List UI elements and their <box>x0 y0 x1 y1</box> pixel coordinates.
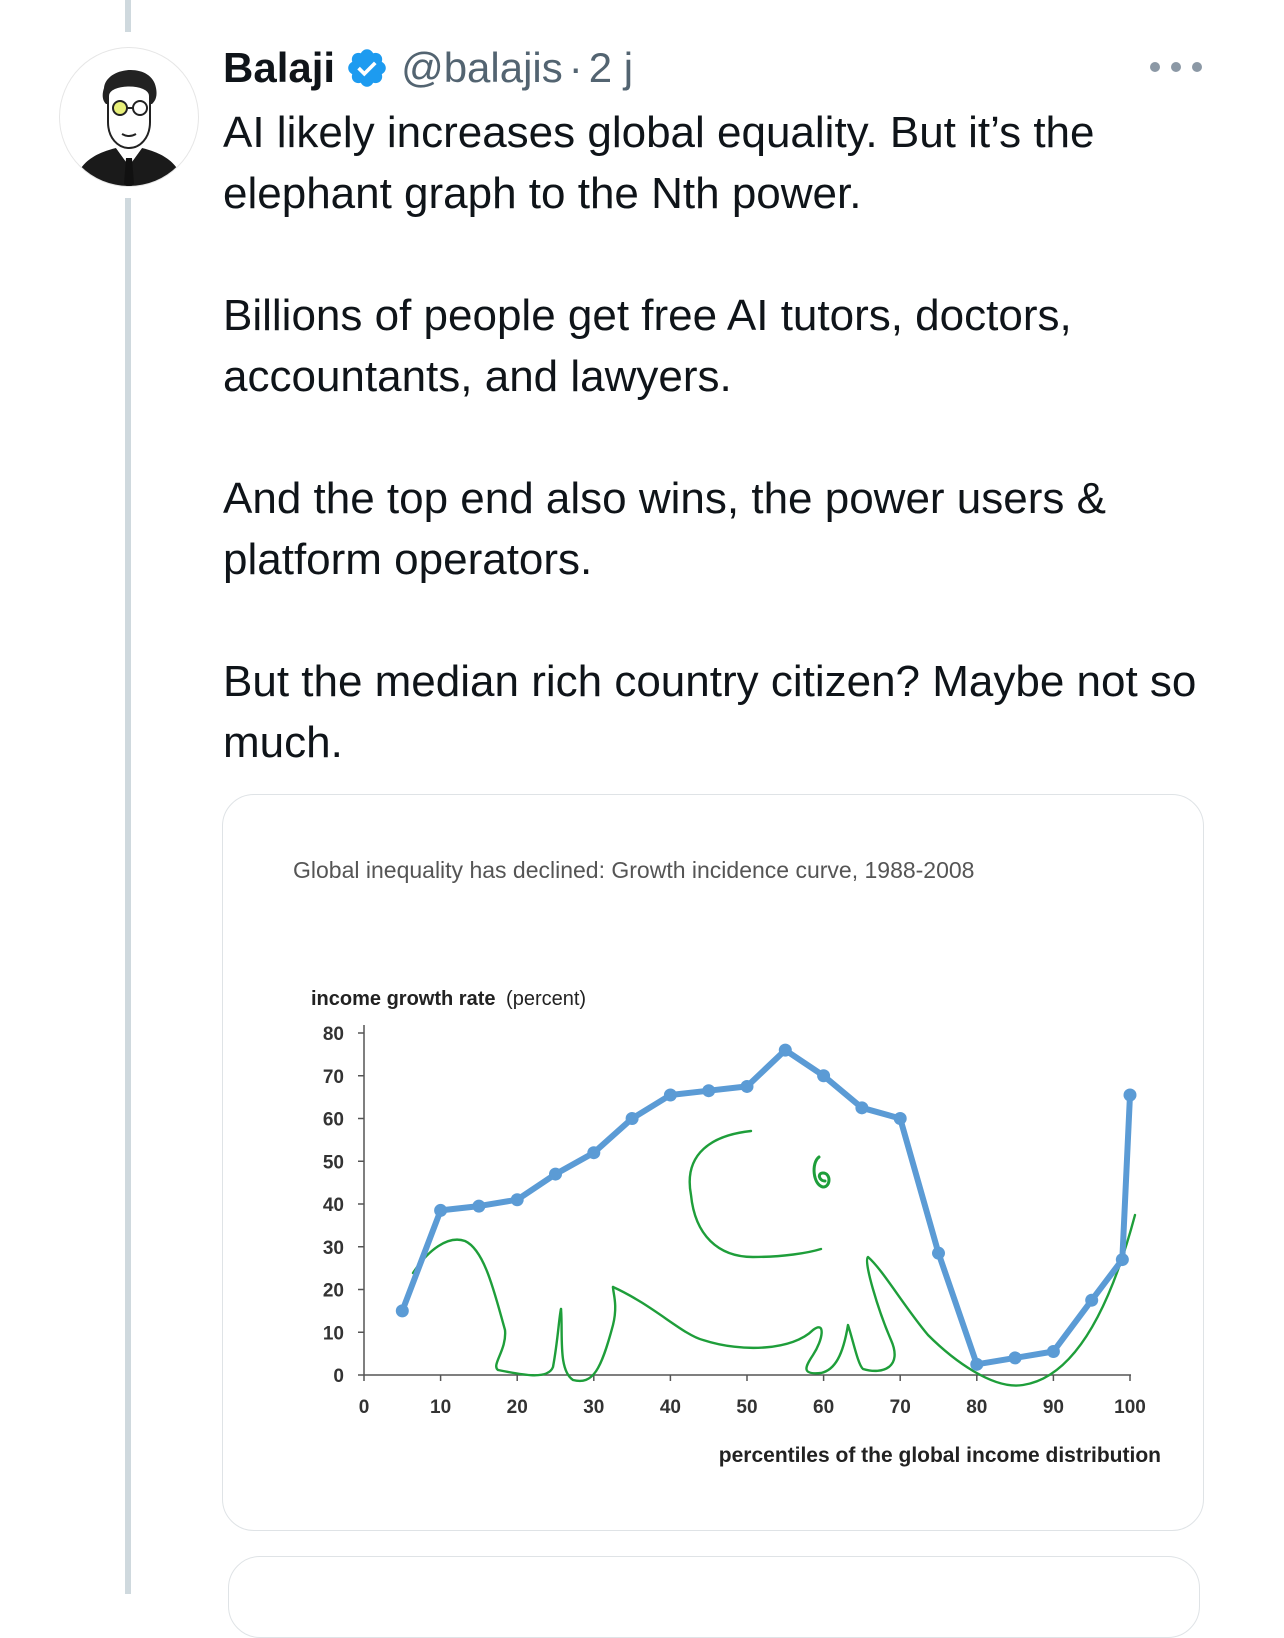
x-tick-label: 70 <box>890 1397 911 1418</box>
elephant-eye <box>812 1155 831 1189</box>
data-point <box>1046 1344 1060 1358</box>
more-dot <box>1192 62 1202 72</box>
x-tick-label: 30 <box>583 1397 604 1418</box>
tweet-paragraph: Billions of people get free AI tutors, d… <box>223 291 1072 401</box>
y-tick-label: 60 <box>323 1110 344 1131</box>
data-point <box>1008 1351 1022 1365</box>
tweet-paragraph: AI likely increases global equality. But… <box>223 108 1095 218</box>
y-tick-label: 10 <box>323 1323 344 1344</box>
elephant-ear <box>688 1129 823 1259</box>
series-line <box>399 1047 1133 1368</box>
elephant-chart: Global inequality has declined: Growth i… <box>293 857 1161 1467</box>
y-axis-label: income growth rate (percent) <box>311 988 586 1010</box>
data-point <box>395 1304 409 1318</box>
x-axis-label: percentiles of the global income distrib… <box>719 1444 1161 1467</box>
data-point <box>1085 1293 1099 1307</box>
chart-title: Global inequality has declined: Growth i… <box>293 857 974 883</box>
x-tick-label: 0 <box>359 1397 370 1418</box>
more-dot <box>1150 62 1160 72</box>
thread-line-top <box>125 0 131 32</box>
verified-badge-icon <box>348 49 386 87</box>
media-card[interactable]: Global inequality has declined: Growth i… <box>222 794 1204 1531</box>
data-point <box>970 1357 984 1371</box>
avatar-sketch-icon <box>74 69 184 186</box>
y-tick-label: 0 <box>333 1366 344 1387</box>
more-dot <box>1171 62 1181 72</box>
data-point <box>778 1043 792 1057</box>
data-point <box>817 1069 831 1083</box>
data-point <box>932 1246 945 1260</box>
x-tick-label: 20 <box>507 1397 528 1418</box>
thread-line <box>125 198 131 1594</box>
y-axis-label-bold: income growth rate <box>311 988 495 1010</box>
data-point <box>855 1101 869 1115</box>
y-tick-label: 70 <box>323 1067 344 1088</box>
data-point <box>663 1088 677 1102</box>
tweet-header: Balaji @balajis · 2 j <box>223 42 633 94</box>
data-point <box>1123 1088 1137 1102</box>
data-point <box>587 1146 601 1160</box>
series <box>395 1043 1137 1371</box>
data-point <box>893 1112 907 1125</box>
x-tick-label: 60 <box>813 1397 834 1418</box>
author-handle[interactable]: @balajis <box>401 44 563 92</box>
x-tick-label: 80 <box>966 1397 987 1418</box>
tweet-time[interactable]: 2 j <box>589 44 633 92</box>
elephant-annotation <box>411 1129 1137 1387</box>
y-tick-label: 30 <box>323 1238 344 1259</box>
data-point <box>740 1079 754 1093</box>
y-tick-label: 20 <box>323 1281 344 1302</box>
data-point <box>702 1084 716 1098</box>
tweet-text: AI likely increases global equality. But… <box>223 102 1233 773</box>
tweet-paragraph: But the median rich country citizen? May… <box>223 657 1197 767</box>
x-tick-label: 50 <box>736 1397 757 1418</box>
avatar[interactable] <box>60 48 198 186</box>
y-axis-label-unit: (percent) <box>506 988 586 1010</box>
y-tick-label: 50 <box>323 1152 344 1173</box>
data-point <box>625 1112 639 1125</box>
data-point <box>472 1199 486 1213</box>
data-point <box>1115 1253 1129 1267</box>
y-tick-label: 40 <box>323 1195 344 1216</box>
elephant-body <box>611 1213 1137 1387</box>
elephant-front-leg <box>559 1285 617 1383</box>
x-tick-label: 100 <box>1114 1397 1146 1418</box>
x-tick-label: 40 <box>660 1397 681 1418</box>
data-point <box>434 1203 448 1217</box>
next-media-card[interactable] <box>228 1556 1200 1638</box>
separator-dot: · <box>568 44 583 91</box>
data-point <box>549 1167 562 1181</box>
author-name[interactable]: Balaji <box>223 44 335 92</box>
tweet-paragraph: And the top end also wins, the power use… <box>223 474 1106 584</box>
data-point <box>510 1193 524 1207</box>
x-tick-label: 10 <box>430 1397 451 1418</box>
elephant-trunk-back <box>411 1238 563 1377</box>
x-tick-label: 90 <box>1043 1397 1064 1418</box>
y-tick-label: 80 <box>323 1024 344 1045</box>
more-dots-icon[interactable] <box>1150 54 1202 80</box>
